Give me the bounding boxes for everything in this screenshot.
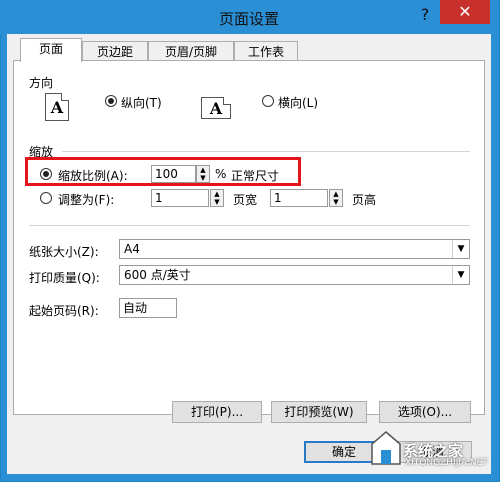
- watermark-logo: 系统之家 XITONGZHIJIA.NET: [369, 428, 495, 472]
- pages-tall-stepper[interactable]: ▲ ▼: [329, 189, 343, 207]
- portrait-radio[interactable]: [105, 95, 117, 107]
- scaling-divider: [62, 151, 470, 152]
- portrait-icon: A: [45, 93, 69, 121]
- tab-margins[interactable]: 页边距: [82, 41, 148, 62]
- landscape-radio[interactable]: [262, 95, 274, 107]
- print-quality-select[interactable]: 600 点/英寸 ▼: [119, 265, 470, 285]
- first-page-input[interactable]: 自动: [119, 298, 177, 318]
- chevron-down-icon[interactable]: ▼: [452, 266, 469, 284]
- print-quality-value: 600 点/英寸: [124, 268, 191, 282]
- pages-wide-label: 页宽: [233, 193, 258, 207]
- watermark-subtext: XITONGZHIJIA.NET: [405, 458, 488, 468]
- print-button[interactable]: 打印(P)...: [172, 401, 262, 423]
- options-button[interactable]: 选项(O)...: [379, 401, 471, 423]
- section-divider: [29, 225, 470, 226]
- fit-to-radio[interactable]: [40, 192, 52, 204]
- paper-size-select[interactable]: A4 ▼: [119, 239, 470, 259]
- highlight-box: [25, 157, 301, 186]
- pages-tall-label: 页高: [352, 193, 377, 207]
- orientation-label: 方向: [29, 76, 54, 90]
- chevron-down-icon[interactable]: ▼: [452, 240, 469, 258]
- landscape-label[interactable]: 横向(L): [278, 94, 318, 111]
- close-button[interactable]: ✕: [440, 0, 490, 24]
- print-preview-button[interactable]: 打印预览(W): [271, 401, 367, 423]
- watermark-house-icon: [371, 431, 401, 465]
- print-quality-label: 打印质量(Q):: [29, 271, 100, 285]
- first-page-label: 起始页码(R):: [29, 304, 99, 318]
- page-panel: [13, 60, 485, 415]
- paper-size-label: 纸张大小(Z):: [29, 245, 99, 259]
- title-bar[interactable]: 页面设置 ? ✕: [0, 0, 498, 34]
- fit-to-label[interactable]: 调整为(F):: [58, 191, 114, 208]
- landscape-icon: A: [201, 97, 231, 119]
- portrait-label[interactable]: 纵向(T): [121, 94, 162, 111]
- pages-tall-input[interactable]: 1: [270, 189, 328, 207]
- pages-wide-stepper[interactable]: ▲ ▼: [210, 189, 224, 207]
- tab-header-footer[interactable]: 页眉/页脚: [148, 41, 234, 62]
- pages-wide-input[interactable]: 1: [151, 189, 209, 207]
- tab-sheet[interactable]: 工作表: [234, 41, 298, 62]
- tab-page[interactable]: 页面: [20, 38, 82, 62]
- help-button[interactable]: ?: [410, 2, 440, 28]
- paper-size-value: A4: [124, 242, 140, 256]
